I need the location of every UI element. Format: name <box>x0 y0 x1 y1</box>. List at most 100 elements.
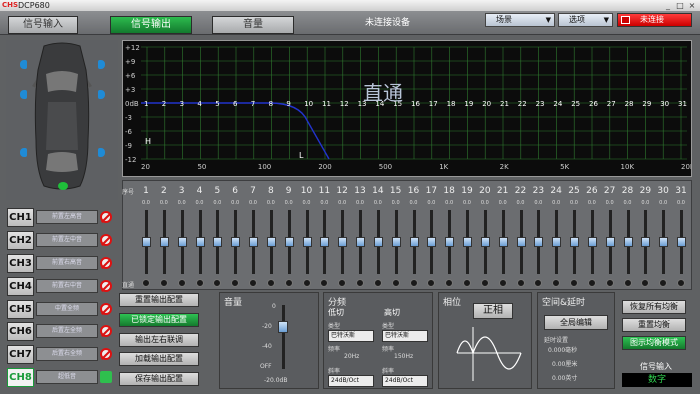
maximize-button[interactable]: □ <box>674 1 686 10</box>
speaker-rear-left-icon[interactable] <box>20 148 27 157</box>
eq-band-bypass-toggle[interactable] <box>302 279 311 287</box>
save-output-button[interactable]: 保存输出配置 <box>119 372 199 386</box>
channel-label[interactable]: CH8 <box>7 368 34 387</box>
eq-band-slider-knob[interactable] <box>480 237 490 247</box>
mute-icon[interactable] <box>100 348 112 360</box>
eq-band-slider-knob[interactable] <box>142 237 151 247</box>
connect-button[interactable]: 未连接 <box>617 13 692 27</box>
mute-icon[interactable] <box>100 303 112 315</box>
speaker-on-icon[interactable] <box>100 371 112 383</box>
eq-band-slider-knob[interactable] <box>445 237 455 247</box>
eq-graph[interactable]: +12 +9 +6 +3 0dB -3 -6 -9 -12 20 50 100 200 500 1K 2K 5K… <box>122 40 692 177</box>
eq-band-slider-knob[interactable] <box>552 237 562 247</box>
scene-dropdown[interactable]: 场景 ▼ <box>485 13 555 27</box>
speaker-front-left-icon[interactable] <box>20 60 27 69</box>
mute-icon[interactable] <box>100 257 112 269</box>
eq-band-slider-knob[interactable] <box>284 237 294 247</box>
lowpass-marker[interactable]: L <box>299 151 303 160</box>
options-dropdown[interactable]: 选项 ▼ <box>558 13 613 27</box>
channel-row[interactable]: CH2 前置左中音 <box>7 231 119 250</box>
channel-label[interactable]: CH1 <box>7 208 34 227</box>
eq-band-slider-knob[interactable] <box>231 237 241 247</box>
speaker-rear-right-icon[interactable] <box>98 148 105 157</box>
eq-band-slider-knob[interactable] <box>177 237 187 247</box>
eq-band-slider-knob[interactable] <box>463 237 472 247</box>
eq-band-slider-knob[interactable] <box>320 237 330 247</box>
channel-row-selected[interactable]: CH8 超低音 <box>7 368 119 387</box>
eq-band-slider-knob[interactable] <box>623 237 633 247</box>
channel-row[interactable]: CH3 前置右高音 <box>7 254 119 273</box>
eq-band-slider-knob[interactable] <box>266 237 276 247</box>
channel-label[interactable]: CH3 <box>7 254 34 273</box>
phase-button[interactable]: 正相 <box>473 303 513 319</box>
delay-cm-value[interactable]: 0.00厘米 <box>552 359 577 368</box>
eq-band-bypass-toggle[interactable] <box>159 279 168 287</box>
eq-band-slider-knob[interactable] <box>373 237 383 247</box>
channel-label[interactable]: CH7 <box>7 345 34 364</box>
speaker-mid-left-icon[interactable] <box>20 90 27 99</box>
minimize-button[interactable]: _ <box>662 1 674 10</box>
eq-band-slider-knob[interactable] <box>159 237 169 247</box>
load-output-button[interactable]: 加载输出配置 <box>119 352 199 366</box>
channel-row[interactable]: CH4 前置右中音 <box>7 277 119 296</box>
channel-row[interactable]: CH7 后置右全频 <box>7 345 119 364</box>
eq-band-bypass-toggle[interactable] <box>623 279 632 287</box>
eq-band-bypass-toggle[interactable] <box>498 279 507 287</box>
speaker-front-right-icon[interactable] <box>98 60 105 69</box>
highcut-slope-select[interactable]: 24dB/Oct <box>382 375 428 387</box>
eq-band-slider-knob[interactable] <box>338 237 348 247</box>
eq-band-slider-knob[interactable] <box>659 237 669 247</box>
mute-icon[interactable] <box>100 234 112 246</box>
eq-band-slider-knob[interactable] <box>534 237 544 247</box>
eq-band-bypass-toggle[interactable] <box>391 279 400 287</box>
eq-band-bypass-toggle[interactable] <box>516 279 525 287</box>
delay-ms-value[interactable]: 0.000毫秒 <box>548 345 577 354</box>
eq-band-slider-knob[interactable] <box>213 237 223 247</box>
subwoofer-icon[interactable] <box>58 182 68 190</box>
eq-band-bypass-toggle[interactable] <box>195 279 204 287</box>
eq-band-slider-knob[interactable] <box>356 237 365 247</box>
eq-band-bypass-toggle[interactable] <box>587 279 596 287</box>
reset-eq-button[interactable]: 重置均衡 <box>622 318 686 332</box>
volume-slider-knob[interactable] <box>278 321 288 333</box>
delay-inch-value[interactable]: 0.00英寸 <box>552 373 577 382</box>
eq-band-bypass-toggle[interactable] <box>677 279 685 287</box>
eq-band-slider-knob[interactable] <box>605 237 615 247</box>
highpass-marker[interactable]: H <box>145 137 151 146</box>
eq-band-bypass-toggle[interactable] <box>142 279 150 287</box>
channel-row[interactable]: CH6 后置左全频 <box>7 322 119 341</box>
eq-band-slider-knob[interactable] <box>587 237 597 247</box>
eq-band-slider-knob[interactable] <box>498 237 508 247</box>
eq-band-bypass-toggle[interactable] <box>409 279 418 287</box>
mute-icon[interactable] <box>100 211 112 223</box>
eq-band-bypass-toggle[interactable] <box>605 279 614 287</box>
mute-icon[interactable] <box>100 280 112 292</box>
tab-signal-output[interactable]: 信号输出 <box>110 16 192 34</box>
lowcut-slope-select[interactable]: 24dB/Oct <box>328 375 374 387</box>
eq-band-bypass-toggle[interactable] <box>249 279 257 287</box>
graphic-eq-mode-button[interactable]: 图示均衡模式 <box>622 336 686 350</box>
eq-band-bypass-toggle[interactable] <box>177 279 186 287</box>
eq-band-bypass-toggle[interactable] <box>480 279 489 287</box>
reset-output-button[interactable]: 重置输出配置 <box>119 293 199 307</box>
tab-volume[interactable]: 音量 <box>212 16 294 34</box>
channel-label[interactable]: CH5 <box>7 300 34 319</box>
eq-band-slider-knob[interactable] <box>409 237 419 247</box>
global-edit-button[interactable]: 全局编辑 <box>544 315 608 330</box>
eq-band-slider-knob[interactable] <box>391 237 401 247</box>
channel-label[interactable]: CH2 <box>7 231 34 250</box>
eq-band-slider-knob[interactable] <box>677 237 686 247</box>
restore-all-eq-button[interactable]: 恢复所有均衡 <box>622 300 686 314</box>
eq-band-slider-knob[interactable] <box>195 237 205 247</box>
channel-row[interactable]: CH5 中置全频 <box>7 300 119 319</box>
volume-slider-track[interactable] <box>282 305 285 369</box>
channel-row[interactable]: CH1 前置左高音 <box>7 208 119 227</box>
eq-band-slider-knob[interactable] <box>249 237 258 247</box>
eq-band-bypass-toggle[interactable] <box>356 279 364 287</box>
close-button[interactable]: × <box>686 1 698 10</box>
lowcut-type-select[interactable]: 巴特沃斯 <box>328 330 374 342</box>
eq-band-bypass-toggle[interactable] <box>463 279 471 287</box>
eq-band-slider-knob[interactable] <box>427 237 437 247</box>
eq-band-bypass-toggle[interactable] <box>570 279 578 287</box>
channel-label[interactable]: CH6 <box>7 322 34 341</box>
